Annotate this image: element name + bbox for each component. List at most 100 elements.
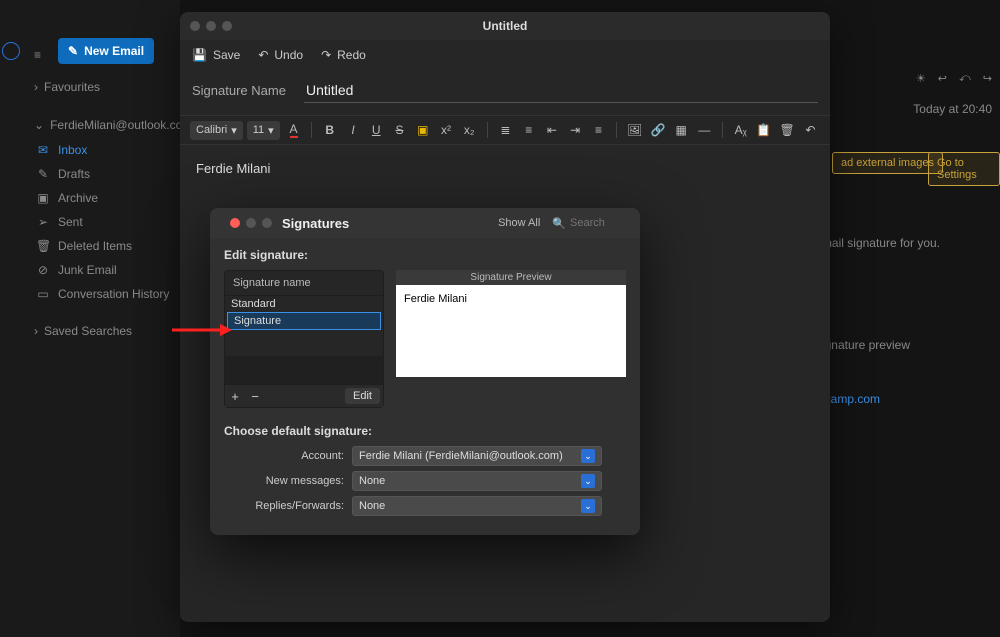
editor-titlebar: Untitled [180, 12, 830, 40]
add-signature-button[interactable]: + [225, 386, 245, 406]
hamburger-icon[interactable]: ≡ [34, 48, 41, 62]
delete-button[interactable]: 🗑 [778, 120, 797, 140]
minimize-dot[interactable] [246, 218, 256, 228]
chevron-down-icon: ⌄ [581, 499, 595, 513]
reply-icon[interactable]: ↩ [938, 72, 947, 85]
bold-button[interactable]: B [320, 120, 339, 140]
chevron-down-icon: ▾ [268, 124, 274, 137]
defaults-section-label: Choose default signature: [224, 424, 626, 438]
junk-icon: ⊘ [36, 263, 50, 277]
bullets-button[interactable]: ≣ [496, 120, 515, 140]
search-field[interactable]: 🔍 [552, 217, 630, 230]
save-icon: 💾 [192, 48, 207, 62]
sidebar-item-inbox[interactable]: ✉Inbox [30, 138, 176, 162]
signature-list-item-editing[interactable]: Signature [227, 312, 381, 330]
close-dot[interactable] [230, 218, 240, 228]
archive-icon: ▣ [36, 191, 50, 205]
more-undo-button[interactable]: ↶ [801, 120, 820, 140]
chevron-down-icon: ▾ [231, 124, 237, 137]
font-size-select[interactable]: 11▾ [247, 121, 280, 140]
folder-icon: ▭ [36, 287, 50, 301]
compose-icon: ✎ [68, 44, 78, 58]
signature-name-label: Signature Name [192, 83, 286, 98]
image-button[interactable]: 🖼 [625, 120, 644, 140]
indent-button[interactable]: ⇥ [566, 120, 585, 140]
chevron-down-icon: ⌄ [581, 449, 595, 463]
inbox-icon: ✉ [36, 143, 50, 157]
editor-toolbar: 💾Save ↶Undo ↷Redo [180, 40, 830, 70]
clear-format-button[interactable]: Aᵪ [731, 120, 750, 140]
replies-select[interactable]: None⌄ [352, 496, 602, 516]
hr-button[interactable]: — [695, 120, 714, 140]
window-title: Untitled [180, 19, 830, 33]
italic-button[interactable]: I [343, 120, 362, 140]
forward-icon[interactable]: ↪ [983, 72, 992, 85]
align-button[interactable]: ≡ [589, 120, 608, 140]
drafts-icon: ✎ [36, 167, 50, 181]
show-all-button[interactable]: Show All [498, 217, 540, 229]
go-to-settings-chip[interactable]: Go to Settings [928, 152, 1000, 186]
sidebar-item-deleted[interactable]: 🗑Deleted Items [30, 234, 176, 258]
external-images-chip[interactable]: ad external images [832, 152, 943, 174]
signatures-title: Signatures [282, 216, 349, 231]
numbering-button[interactable]: ≡ [519, 120, 538, 140]
sidebar-item-conversation-history[interactable]: ▭Conversation History [30, 282, 176, 306]
signatures-titlebar: Signatures Show All 🔍 [210, 208, 640, 238]
preview-header: Signature Preview [396, 270, 626, 285]
outdent-button[interactable]: ⇤ [542, 120, 561, 140]
table-button[interactable]: ▦ [672, 120, 691, 140]
signature-list-header: Signature name [225, 271, 383, 296]
save-button[interactable]: 💾Save [192, 48, 240, 62]
edit-signature-label: Edit signature: [224, 248, 626, 262]
sidebar-item-junk[interactable]: ⊘Junk Email [30, 258, 176, 282]
replies-label: Replies/Forwards: [224, 500, 344, 512]
reply-all-icon[interactable]: ⤺ [959, 72, 971, 85]
undo-icon: ↶ [258, 48, 268, 62]
signature-preview: Signature Preview Ferdie Milani [396, 270, 626, 408]
globe-icon [2, 42, 20, 60]
redo-button[interactable]: ↷Redo [321, 48, 366, 62]
edit-signature-button[interactable]: Edit [345, 388, 380, 404]
signature-list-item[interactable]: Standard [225, 296, 383, 312]
saved-searches-header[interactable]: ›Saved Searches [30, 318, 176, 344]
font-color-button[interactable]: A [284, 120, 303, 140]
bg-text-1: email signature for you. [815, 236, 940, 250]
strike-button[interactable]: S [390, 120, 409, 140]
new-email-label: New Email [84, 44, 144, 58]
underline-button[interactable]: U [367, 120, 386, 140]
sidebar: ≡ ✎ New Email ›Favourites ⌄FerdieMilani@… [0, 0, 180, 637]
sun-icon[interactable]: ☀ [916, 72, 926, 85]
favourites-header[interactable]: ›Favourites [30, 74, 176, 100]
bg-text-2: ignature preview [822, 338, 910, 352]
sidebar-item-archive[interactable]: ▣Archive [30, 186, 176, 210]
sent-icon: ➢ [36, 215, 50, 229]
new-email-button[interactable]: ✎ New Email [58, 38, 154, 64]
header-actions: ☀ ↩ ⤺ ↪ [916, 72, 992, 85]
search-icon: 🔍 [552, 217, 566, 230]
signature-name-input[interactable] [304, 78, 818, 103]
superscript-button[interactable]: x² [436, 120, 455, 140]
font-family-select[interactable]: Calibri▾ [190, 121, 243, 140]
link-button[interactable]: 🔗 [648, 120, 667, 140]
trash-icon: 🗑 [36, 239, 50, 253]
preview-body: Ferdie Milani [396, 285, 626, 377]
account-select[interactable]: Ferdie Milani (FerdieMilani@outlook.com)… [352, 446, 602, 466]
sidebar-item-sent[interactable]: ➢Sent [30, 210, 176, 234]
signature-list: Signature name Standard Signature + − Ed… [224, 270, 384, 408]
redo-icon: ↷ [321, 48, 331, 62]
zoom-dot[interactable] [262, 218, 272, 228]
paste-button[interactable]: 📋 [754, 120, 773, 140]
remove-signature-button[interactable]: − [245, 386, 265, 406]
account-label: Account: [224, 450, 344, 462]
chevron-down-icon: ⌄ [581, 474, 595, 488]
editor-body[interactable]: Ferdie Milani [180, 145, 830, 192]
search-input[interactable] [570, 217, 630, 229]
account-header[interactable]: ⌄FerdieMilani@outlook.co [30, 112, 176, 138]
subscript-button[interactable]: x₂ [460, 120, 479, 140]
format-toolbar: Calibri▾ 11▾ A B I U S ▣ x² x₂ ≣ ≡ ⇤ ⇥ ≡… [180, 115, 830, 145]
signatures-dialog: Signatures Show All 🔍 Edit signature: Si… [210, 208, 640, 535]
sidebar-item-drafts[interactable]: ✎Drafts [30, 162, 176, 186]
new-messages-select[interactable]: None⌄ [352, 471, 602, 491]
undo-button[interactable]: ↶Undo [258, 48, 303, 62]
highlight-button[interactable]: ▣ [413, 120, 432, 140]
